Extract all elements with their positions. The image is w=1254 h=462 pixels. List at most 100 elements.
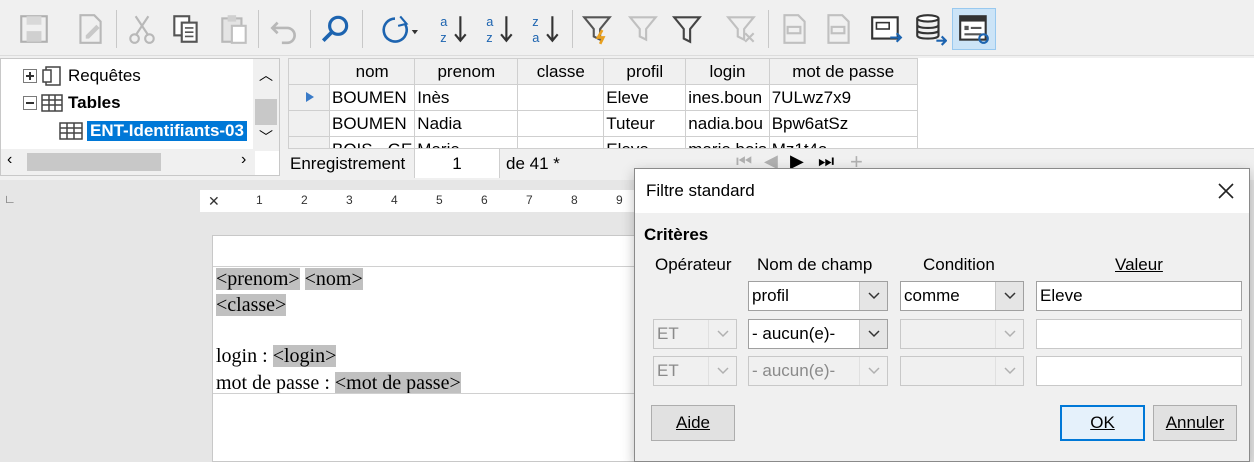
column-header[interactable]: prenom bbox=[414, 58, 519, 85]
chevron-down-icon[interactable] bbox=[708, 320, 736, 348]
field-name-select-3[interactable]: - aucun(e)- bbox=[748, 356, 888, 386]
cut-icon[interactable] bbox=[122, 8, 162, 50]
chevron-down-icon[interactable] bbox=[859, 282, 887, 310]
table-cell[interactable] bbox=[517, 136, 605, 148]
table-cell[interactable]: BOIS - GE bbox=[328, 136, 416, 148]
field-nom[interactable]: <nom> bbox=[304, 268, 363, 290]
sort-ascending-icon[interactable]: az bbox=[434, 8, 474, 50]
table-row[interactable]: BOIS - GE Marie Eleve marie.bois Mz1t4a bbox=[288, 136, 918, 148]
table-cell[interactable]: ines.boun bbox=[685, 84, 770, 111]
scroll-thumb[interactable] bbox=[27, 153, 161, 171]
data-to-fields-icon[interactable] bbox=[910, 8, 950, 50]
standard-filter-icon[interactable] bbox=[668, 8, 708, 50]
paste-icon[interactable] bbox=[214, 8, 254, 50]
cancel-button[interactable]: Annuler bbox=[1153, 405, 1237, 441]
remove-filter-icon[interactable] bbox=[722, 8, 762, 50]
field-name-select-2[interactable]: - aucun(e)- bbox=[748, 319, 888, 349]
find-icon[interactable] bbox=[316, 8, 356, 50]
data-to-text-icon[interactable] bbox=[866, 8, 906, 50]
table-cell[interactable]: Eleve bbox=[603, 136, 687, 148]
sort-icon[interactable]: za bbox=[526, 8, 566, 50]
condition-select-3[interactable] bbox=[900, 356, 1024, 386]
document-line-2[interactable]: <classe> bbox=[216, 294, 287, 317]
edit-file-icon[interactable] bbox=[70, 8, 110, 50]
document-line-3[interactable]: login : <login> bbox=[216, 345, 337, 368]
table-cell[interactable] bbox=[517, 84, 605, 111]
column-header[interactable]: classe bbox=[517, 58, 605, 85]
tab-stop-icon[interactable]: ∟ bbox=[4, 192, 16, 206]
table-cell[interactable]: Eleve bbox=[603, 84, 687, 111]
operator-select-2[interactable]: ET bbox=[653, 319, 737, 349]
field-name-select-1[interactable]: profil bbox=[748, 281, 888, 311]
scroll-up-icon[interactable]: ︿ bbox=[259, 65, 273, 85]
value-input-1[interactable]: Eleve bbox=[1036, 281, 1242, 311]
table-cell[interactable]: BOUMEN bbox=[328, 84, 416, 111]
table-cell[interactable]: Nadia bbox=[414, 110, 519, 137]
save-icon[interactable] bbox=[14, 8, 54, 50]
row-header[interactable] bbox=[288, 84, 330, 111]
chevron-down-icon[interactable] bbox=[995, 320, 1023, 348]
form-icon-2[interactable] bbox=[818, 8, 858, 50]
nav-item-requetes[interactable]: Requêtes bbox=[23, 63, 141, 89]
undo-icon[interactable] bbox=[264, 8, 304, 50]
table-cell[interactable]: Bpw6atSz bbox=[768, 110, 918, 137]
field-classe[interactable]: <classe> bbox=[216, 294, 287, 316]
field-login[interactable]: <login> bbox=[272, 345, 337, 367]
column-header[interactable]: mot de passe bbox=[768, 58, 918, 85]
navigator-vertical-scrollbar[interactable]: ︿ ﹀ bbox=[253, 59, 279, 151]
column-header[interactable]: nom bbox=[328, 58, 416, 85]
nav-item-tables[interactable]: Tables bbox=[23, 90, 121, 116]
chevron-down-icon[interactable] bbox=[995, 357, 1023, 385]
dialog-titlebar[interactable]: Filtre standard bbox=[635, 169, 1249, 213]
corner-cell[interactable] bbox=[288, 58, 330, 85]
scroll-down-icon[interactable]: ﹀ bbox=[259, 127, 273, 147]
copy-icon[interactable] bbox=[166, 8, 206, 50]
row-header[interactable] bbox=[288, 110, 330, 137]
ok-button[interactable]: OK bbox=[1060, 405, 1145, 441]
chevron-down-icon[interactable] bbox=[995, 282, 1023, 310]
form-icon-1[interactable] bbox=[774, 8, 814, 50]
condition-select-2[interactable] bbox=[900, 319, 1024, 349]
navigator-horizontal-scrollbar[interactable]: ‹ › bbox=[1, 149, 255, 175]
table-row[interactable]: BOUMEN Inès Eleve ines.boun 7ULwz7x9 bbox=[288, 84, 918, 111]
help-button[interactable]: Aide bbox=[651, 405, 735, 441]
column-header[interactable]: profil bbox=[603, 58, 687, 85]
collapse-icon[interactable] bbox=[23, 96, 37, 110]
ruler-indent-icon[interactable]: ✕ bbox=[208, 193, 220, 210]
chevron-down-icon[interactable] bbox=[859, 357, 887, 385]
document-line-1[interactable]: <prenom> <nom> bbox=[216, 268, 363, 291]
apply-filter-icon[interactable] bbox=[624, 8, 664, 50]
operator-select-3[interactable]: ET bbox=[653, 356, 737, 386]
nav-item-table-selected[interactable]: ENT-Identifiants-03 bbox=[59, 118, 247, 144]
scroll-left-icon[interactable]: ‹ bbox=[7, 151, 12, 169]
field-mot-de-passe[interactable]: <mot de passe> bbox=[334, 372, 461, 394]
autofilter-icon[interactable] bbox=[578, 8, 618, 50]
row-header[interactable] bbox=[288, 136, 330, 148]
expand-icon[interactable] bbox=[23, 69, 37, 83]
condition-select-1[interactable]: comme bbox=[900, 281, 1024, 311]
table-row[interactable]: BOUMEN Nadia Tuteur nadia.bou Bpw6atSz bbox=[288, 110, 918, 137]
scroll-right-icon[interactable]: › bbox=[241, 151, 246, 169]
close-icon[interactable] bbox=[1217, 182, 1235, 200]
data-source-icon[interactable] bbox=[952, 8, 996, 50]
table-cell[interactable]: Inès bbox=[414, 84, 519, 111]
chevron-down-icon[interactable] bbox=[708, 357, 736, 385]
horizontal-ruler[interactable]: ✕ 1 2 3 4 5 6 7 8 9 bbox=[200, 190, 640, 212]
refresh-icon[interactable] bbox=[366, 8, 424, 50]
document-page[interactable]: <prenom> <nom> <classe> login : <login> … bbox=[212, 235, 690, 462]
value-input-2[interactable] bbox=[1036, 319, 1242, 349]
table-cell[interactable]: Tuteur bbox=[603, 110, 687, 137]
record-number-field[interactable]: 1 bbox=[414, 149, 500, 178]
field-prenom[interactable]: <prenom> bbox=[216, 268, 300, 290]
chevron-down-icon[interactable] bbox=[859, 320, 887, 348]
scroll-thumb[interactable] bbox=[255, 99, 277, 125]
table-cell[interactable]: Mz1t4a bbox=[768, 136, 918, 148]
table-cell[interactable]: 7ULwz7x9 bbox=[768, 84, 918, 111]
table-cell[interactable] bbox=[517, 110, 605, 137]
table-cell[interactable]: Marie bbox=[414, 136, 519, 148]
sort-descending-icon[interactable]: az bbox=[480, 8, 520, 50]
document-line-4[interactable]: mot de passe : <mot de passe> bbox=[216, 372, 461, 395]
value-input-3[interactable] bbox=[1036, 356, 1242, 386]
column-header[interactable]: login bbox=[685, 58, 770, 85]
table-cell[interactable]: marie.bois bbox=[685, 136, 770, 148]
